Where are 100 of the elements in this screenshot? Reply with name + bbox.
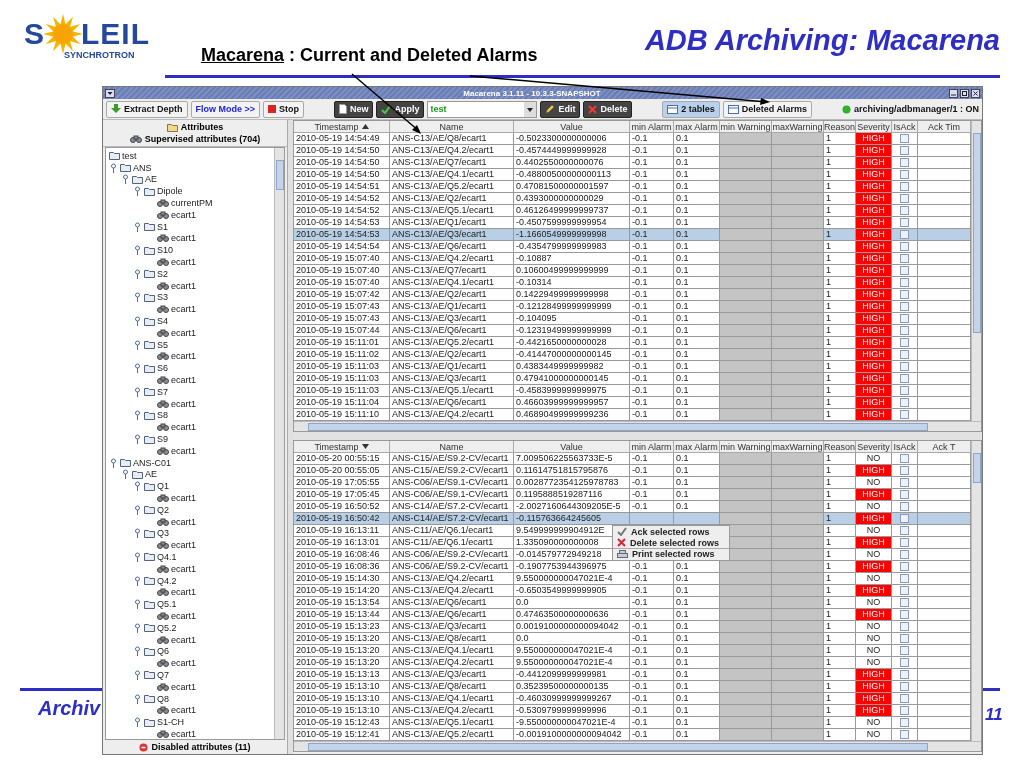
expand-handle-icon[interactable]	[133, 434, 142, 444]
menu-item[interactable]: Delete selected rows	[630, 537, 720, 548]
tree-item[interactable]: ecart1	[171, 563, 196, 574]
table-row[interactable]: 2010-05-19 15:13:44 ANS-C13/AE/Q6/ecart1 0.47463500000000636 -0.1 0.1 1 HIGH	[294, 609, 971, 621]
checkbox[interactable]	[900, 454, 909, 463]
checkbox[interactable]	[900, 266, 909, 275]
tree-item[interactable]: AE	[145, 469, 157, 480]
table-row[interactable]: 2010-05-19 14:54:52 ANS-C13/AE/Q2/ecart1 0.4393000000000029 -0.1 0.1 1 HIGH	[294, 193, 971, 205]
tree-item[interactable]: ecart1	[171, 610, 196, 621]
checkbox[interactable]	[900, 574, 909, 583]
table-row[interactable]: 2010-05-19 15:11:01 ANS-C13/AE/Q5.2/ecart1 -0.4421650000000028 -0.1 0.1 1 HIGH	[294, 337, 971, 349]
checkbox[interactable]	[900, 670, 909, 679]
table-row[interactable]: 2010-05-19 15:13:23 ANS-C13/AE/Q3/ecart1 0.0019100000000094042 -0.1 0.1 1 NO	[294, 621, 971, 633]
checkbox[interactable]	[900, 718, 909, 727]
table-row[interactable]: 2010-05-19 15:07:40 ANS-C13/AE/Q4.2/ecart1 -0.10887 -0.1 0.1 1 HIGH	[294, 253, 971, 265]
checkbox[interactable]	[900, 398, 909, 407]
checkbox[interactable]	[900, 134, 909, 143]
checkbox[interactable]	[900, 706, 909, 715]
table-row[interactable]: 2010-05-19 15:13:20 ANS-C13/AE/Q8/ecart1 0.0 -0.1 0.1 1 NO	[294, 633, 971, 645]
tree-item[interactable]: Q5.1	[157, 599, 177, 610]
tree-item[interactable]: Q8	[157, 693, 169, 704]
checkbox[interactable]	[900, 526, 909, 535]
tree-item[interactable]: ecart1	[171, 658, 196, 669]
checkbox[interactable]	[900, 326, 909, 335]
table-row[interactable]: 2010-05-19 14:54:50 ANS-C13/AE/Q4.1/ecart1 -0.48800500000000113 -0.1 0.1 1 HIGH	[294, 169, 971, 181]
table-row[interactable]: 2010-05-19 16:50:52 ANS-C14/AE/S7.2-CV/ecart1 -2.0027160644309205E-5 -0.1 0.1 1 NO	[294, 501, 971, 513]
tree-item[interactable]: ecart1	[171, 280, 196, 291]
checkbox[interactable]	[900, 502, 909, 511]
tree-item[interactable]: S6	[157, 363, 168, 374]
expand-handle-icon[interactable]	[133, 669, 142, 680]
table-row[interactable]: 2010-05-19 14:54:50 ANS-C13/AE/Q7/ecart1 0.4402550000000076 -0.1 0.1 1 HIGH	[294, 157, 971, 169]
table-row[interactable]: 2010-05-19 15:11:03 ANS-C13/AE/Q5.1/ecart1 -0.4583999999999975 -0.1 0.1 1 HIGH	[294, 385, 971, 397]
table-row[interactable]: 2010-05-19 14:54:53 ANS-C13/AE/Q3/ecart1 -1.1660549999999998 -0.1 0.1 1 HIGH	[294, 229, 971, 241]
checkbox[interactable]	[900, 478, 909, 487]
table-row[interactable]: 2010-05-19 15:13:10 ANS-C13/AE/Q4.2/ecart1 -0.5309799999999996 -0.1 0.1 1 HIGH	[294, 705, 971, 717]
tree-item[interactable]: ecart1	[171, 681, 196, 692]
expand-handle-icon[interactable]	[121, 174, 130, 185]
expand-handle-icon[interactable]	[133, 481, 142, 492]
table-row[interactable]: 2010-05-19 15:13:13 ANS-C13/AE/Q3/ecart1 -0.4412099999999981 -0.1 0.1 1 HIGH	[294, 669, 971, 681]
checkbox[interactable]	[900, 146, 909, 155]
tree-item[interactable]: S8	[157, 410, 168, 421]
table-row[interactable]: 2010-05-19 15:11:04 ANS-C13/AE/Q6/ecart1 0.46603999999999957 -0.1 0.1 1 HIGH	[294, 397, 971, 409]
tree-item[interactable]: S2	[157, 268, 168, 279]
expand-handle-icon[interactable]	[133, 221, 142, 232]
checkbox[interactable]	[900, 634, 909, 643]
checkbox[interactable]	[900, 314, 909, 323]
toolbar-button[interactable]: Edit	[540, 100, 581, 118]
table-row[interactable]: 2010-05-19 14:54:49 ANS-C13/AE/Q8/ecart1 -0.5023300000000006 -0.1 0.1 1 HIGH	[294, 133, 971, 145]
tree-item[interactable]: Q7	[157, 669, 169, 680]
table-row[interactable]: 2010-05-19 15:07:43 ANS-C13/AE/Q1/ecart1 -0.12128499999999999 -0.1 0.1 1 HIGH	[294, 301, 971, 313]
checkbox[interactable]	[900, 730, 909, 739]
tree-item[interactable]: ecart1	[171, 304, 196, 315]
dropdown[interactable]: test	[427, 100, 538, 118]
table-row[interactable]: 2010-05-19 15:07:40 ANS-C13/AE/Q4.1/ecart1 -0.10314 -0.1 0.1 1 HIGH	[294, 277, 971, 289]
tree-item[interactable]: Q5.2	[157, 622, 177, 633]
tree-item[interactable]: ecart1	[171, 728, 196, 739]
checkbox[interactable]	[900, 550, 909, 559]
tree-item[interactable]: ecart1	[171, 233, 196, 244]
scrollbar[interactable]	[274, 148, 284, 739]
table-row[interactable]: 2010-05-19 17:05:55 ANS-C06/AE/S9.1-CV/ecart1 0.0028772354125978783 -0.1 0.1 1 NO	[294, 477, 971, 489]
checkbox[interactable]	[900, 194, 909, 203]
table-row[interactable]: 2010-05-19 15:11:02 ANS-C13/AE/Q2/ecart1 -0.41447000000000145 -0.1 0.1 1 HIGH	[294, 349, 971, 361]
table-row[interactable]: 2010-05-20 00:55:15 ANS-C15/AE/S9.2-CV/ecart1 7.009506225563733E-5 -0.1 0.1 1 NO	[294, 453, 971, 465]
table-row[interactable]: 2010-05-19 16:08:36 ANS-C06/AE/S9.2-CV/ecart1 -0.1907753944396975 -0.1 0.1 1 HIGH	[294, 561, 971, 573]
tree-item[interactable]: ANS	[133, 162, 152, 173]
expand-handle-icon[interactable]	[133, 268, 142, 279]
expand-handle-icon[interactable]	[133, 575, 142, 586]
toolbar-button[interactable]: Flow Mode >>	[190, 100, 261, 118]
table-row[interactable]: 2010-05-19 15:07:42 ANS-C13/AE/Q2/ecart1 0.14229499999999998 -0.1 0.1 1 HIGH	[294, 289, 971, 301]
tree-item[interactable]: S1-CH	[157, 717, 184, 728]
table-row[interactable]: 2010-05-19 15:12:43 ANS-C13/AE/Q5.1/ecart1 -9.550000000047021E-4 -0.1 0.1 1 NO	[294, 717, 971, 729]
expand-handle-icon[interactable]	[133, 528, 142, 539]
tree-item[interactable]: Q2	[157, 504, 169, 515]
table-row[interactable]: 2010-05-19 15:12:41 ANS-C13/AE/Q5.2/ecart1 -0.0019100000000094042 -0.1 0.1 1 NO	[294, 729, 971, 741]
expand-handle-icon[interactable]	[133, 599, 142, 610]
scrollbar[interactable]	[971, 121, 981, 421]
checkbox[interactable]	[900, 598, 909, 607]
tree-item[interactable]: ANS-C01	[133, 457, 171, 468]
checkbox[interactable]	[900, 514, 909, 523]
checkbox[interactable]	[900, 338, 909, 347]
scrollbar[interactable]	[971, 441, 981, 741]
tree-item[interactable]: ecart1	[171, 445, 196, 456]
checkbox[interactable]	[900, 694, 909, 703]
table-row[interactable]: 2010-05-19 14:54:54 ANS-C13/AE/Q6/ecart1 -0.4354799999999983 -0.1 0.1 1 HIGH	[294, 241, 971, 253]
expand-handle-icon[interactable]	[109, 457, 118, 468]
expand-handle-icon[interactable]	[133, 186, 142, 197]
table-row[interactable]: 2010-05-19 15:11:03 ANS-C13/AE/Q1/ecart1 0.4383449999999982 -0.1 0.1 1 HIGH	[294, 361, 971, 373]
table-row[interactable]: 2010-05-19 14:54:53 ANS-C13/AE/Q1/ecart1 -0.4507599999999954 -0.1 0.1 1 HIGH	[294, 217, 971, 229]
table-row[interactable]: 2010-05-19 16:50:42 ANS-C14/AE/S7.2-CV/ecart1 -0.115763664245605 1 HIGH	[294, 513, 971, 525]
tree-item[interactable]: ecart1	[171, 705, 196, 716]
tree-item[interactable]: ecart1	[171, 351, 196, 362]
table-row[interactable]: 2010-05-19 14:54:52 ANS-C13/AE/Q5.1/ecart1 0.46126499999999737 -0.1 0.1 1 HIGH	[294, 205, 971, 217]
table-row[interactable]: 2010-05-19 15:07:43 ANS-C13/AE/Q3/ecart1 -0.104095 -0.1 0.1 1 HIGH	[294, 313, 971, 325]
tree-item[interactable]: ecart1	[171, 398, 196, 409]
toolbar-button[interactable]: Delete	[583, 100, 633, 118]
checkbox[interactable]	[900, 490, 909, 499]
checkbox[interactable]	[900, 562, 909, 571]
checkbox[interactable]	[900, 682, 909, 691]
tree-item[interactable]: S7	[157, 386, 168, 397]
checkbox[interactable]	[900, 610, 909, 619]
